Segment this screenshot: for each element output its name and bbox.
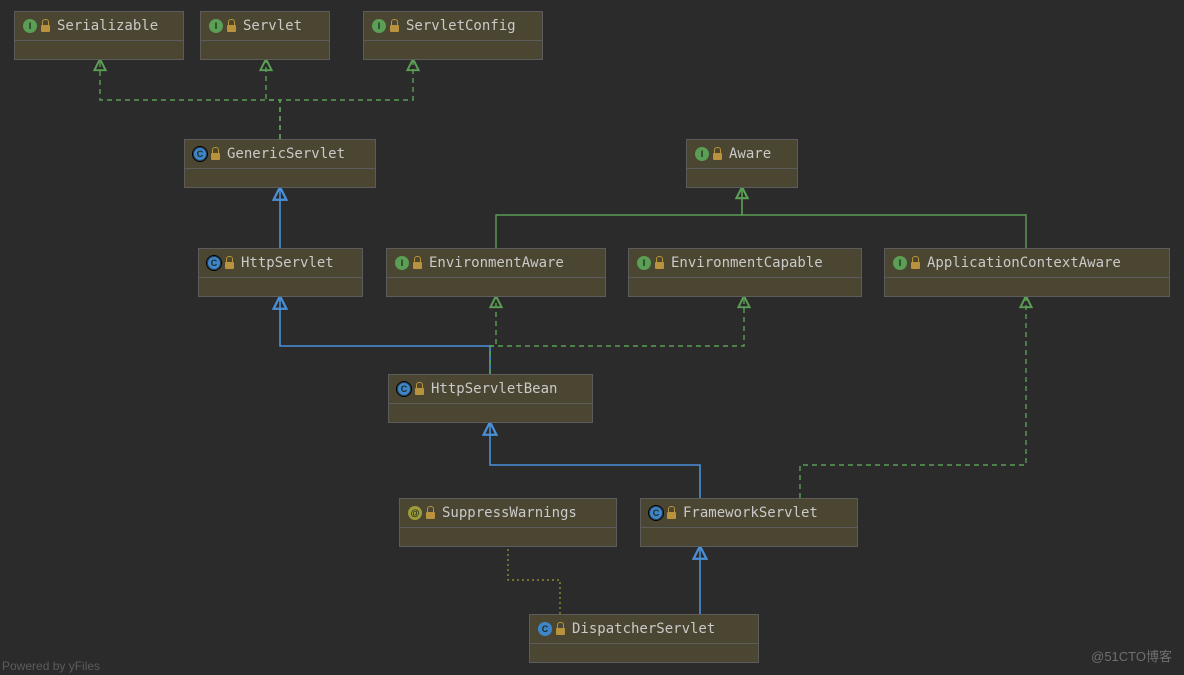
node-label: DispatcherServlet <box>572 621 715 637</box>
lock-icon <box>426 508 435 519</box>
edge-frameworkservlet-appctxaware <box>800 296 1026 498</box>
uml-node-aware[interactable]: I Aware <box>686 139 798 188</box>
annot-icon: @ <box>408 506 422 520</box>
edge-genericservlet-serializable <box>100 59 280 139</box>
uml-node-genericservlet[interactable]: C GenericServlet <box>184 139 376 188</box>
interface-icon: I <box>695 147 709 161</box>
node-label: FrameworkServlet <box>683 505 818 521</box>
node-label: Aware <box>729 146 771 162</box>
uml-node-httpservlet[interactable]: C HttpServlet <box>198 248 363 297</box>
edge-dispatcherservlet-suppresswarnings <box>508 546 560 614</box>
lock-icon <box>211 149 220 160</box>
uml-node-frameworkservlet[interactable]: C FrameworkServlet <box>640 498 858 547</box>
edge-genericservlet-servlet <box>266 59 280 139</box>
interface-icon: I <box>23 19 37 33</box>
uml-node-environmentaware[interactable]: I EnvironmentAware <box>386 248 606 297</box>
lock-icon <box>41 21 50 32</box>
edge-environmentaware-aware <box>496 187 742 248</box>
class-icon: C <box>207 256 221 270</box>
interface-icon: I <box>893 256 907 270</box>
uml-node-servletconfig[interactable]: I ServletConfig <box>363 11 543 60</box>
node-label: GenericServlet <box>227 146 345 162</box>
interface-icon: I <box>395 256 409 270</box>
lock-icon <box>413 258 422 269</box>
interface-icon: I <box>637 256 651 270</box>
node-label: EnvironmentAware <box>429 255 564 271</box>
lock-icon <box>415 384 424 395</box>
lock-icon <box>556 624 565 635</box>
node-label: HttpServlet <box>241 255 334 271</box>
class-icon: C <box>538 622 552 636</box>
uml-node-suppresswarnings[interactable]: @ SuppressWarnings <box>399 498 617 547</box>
class-icon: C <box>649 506 663 520</box>
node-label: Servlet <box>243 18 302 34</box>
edge-genericservlet-servletconfig <box>280 59 413 139</box>
lock-icon <box>390 21 399 32</box>
uml-node-appctxaware[interactable]: I ApplicationContextAware <box>884 248 1170 297</box>
class-icon: C <box>397 382 411 396</box>
node-label: Serializable <box>57 18 158 34</box>
interface-icon: I <box>209 19 223 33</box>
node-label: SuppressWarnings <box>442 505 577 521</box>
uml-node-dispatcherservlet[interactable]: C DispatcherServlet <box>529 614 759 663</box>
node-label: ServletConfig <box>406 18 516 34</box>
uml-node-servlet[interactable]: I Servlet <box>200 11 330 60</box>
lock-icon <box>225 258 234 269</box>
edge-appctxaware-aware <box>742 187 1026 248</box>
uml-node-httpservletbean[interactable]: C HttpServletBean <box>388 374 593 423</box>
interface-icon: I <box>372 19 386 33</box>
node-label: EnvironmentCapable <box>671 255 823 271</box>
lock-icon <box>911 258 920 269</box>
watermark-text: @51CTO博客 <box>1091 646 1172 665</box>
powered-by-text: Powered by yFiles <box>2 659 100 673</box>
node-label: HttpServletBean <box>431 381 557 397</box>
edge-frameworkservlet-httpservletbean <box>490 422 700 498</box>
lock-icon <box>713 149 722 160</box>
edge-httpservletbean-environmentcapable <box>490 296 744 374</box>
lock-icon <box>227 21 236 32</box>
lock-icon <box>655 258 664 269</box>
uml-node-serializable[interactable]: I Serializable <box>14 11 184 60</box>
uml-node-environmentcapable[interactable]: I EnvironmentCapable <box>628 248 862 297</box>
node-label: ApplicationContextAware <box>927 255 1121 271</box>
diagram-edges <box>0 0 1184 675</box>
lock-icon <box>667 508 676 519</box>
class-icon: C <box>193 147 207 161</box>
edge-httpservletbean-environmentaware <box>490 296 496 374</box>
edge-httpservletbean-httpservlet <box>280 296 490 374</box>
